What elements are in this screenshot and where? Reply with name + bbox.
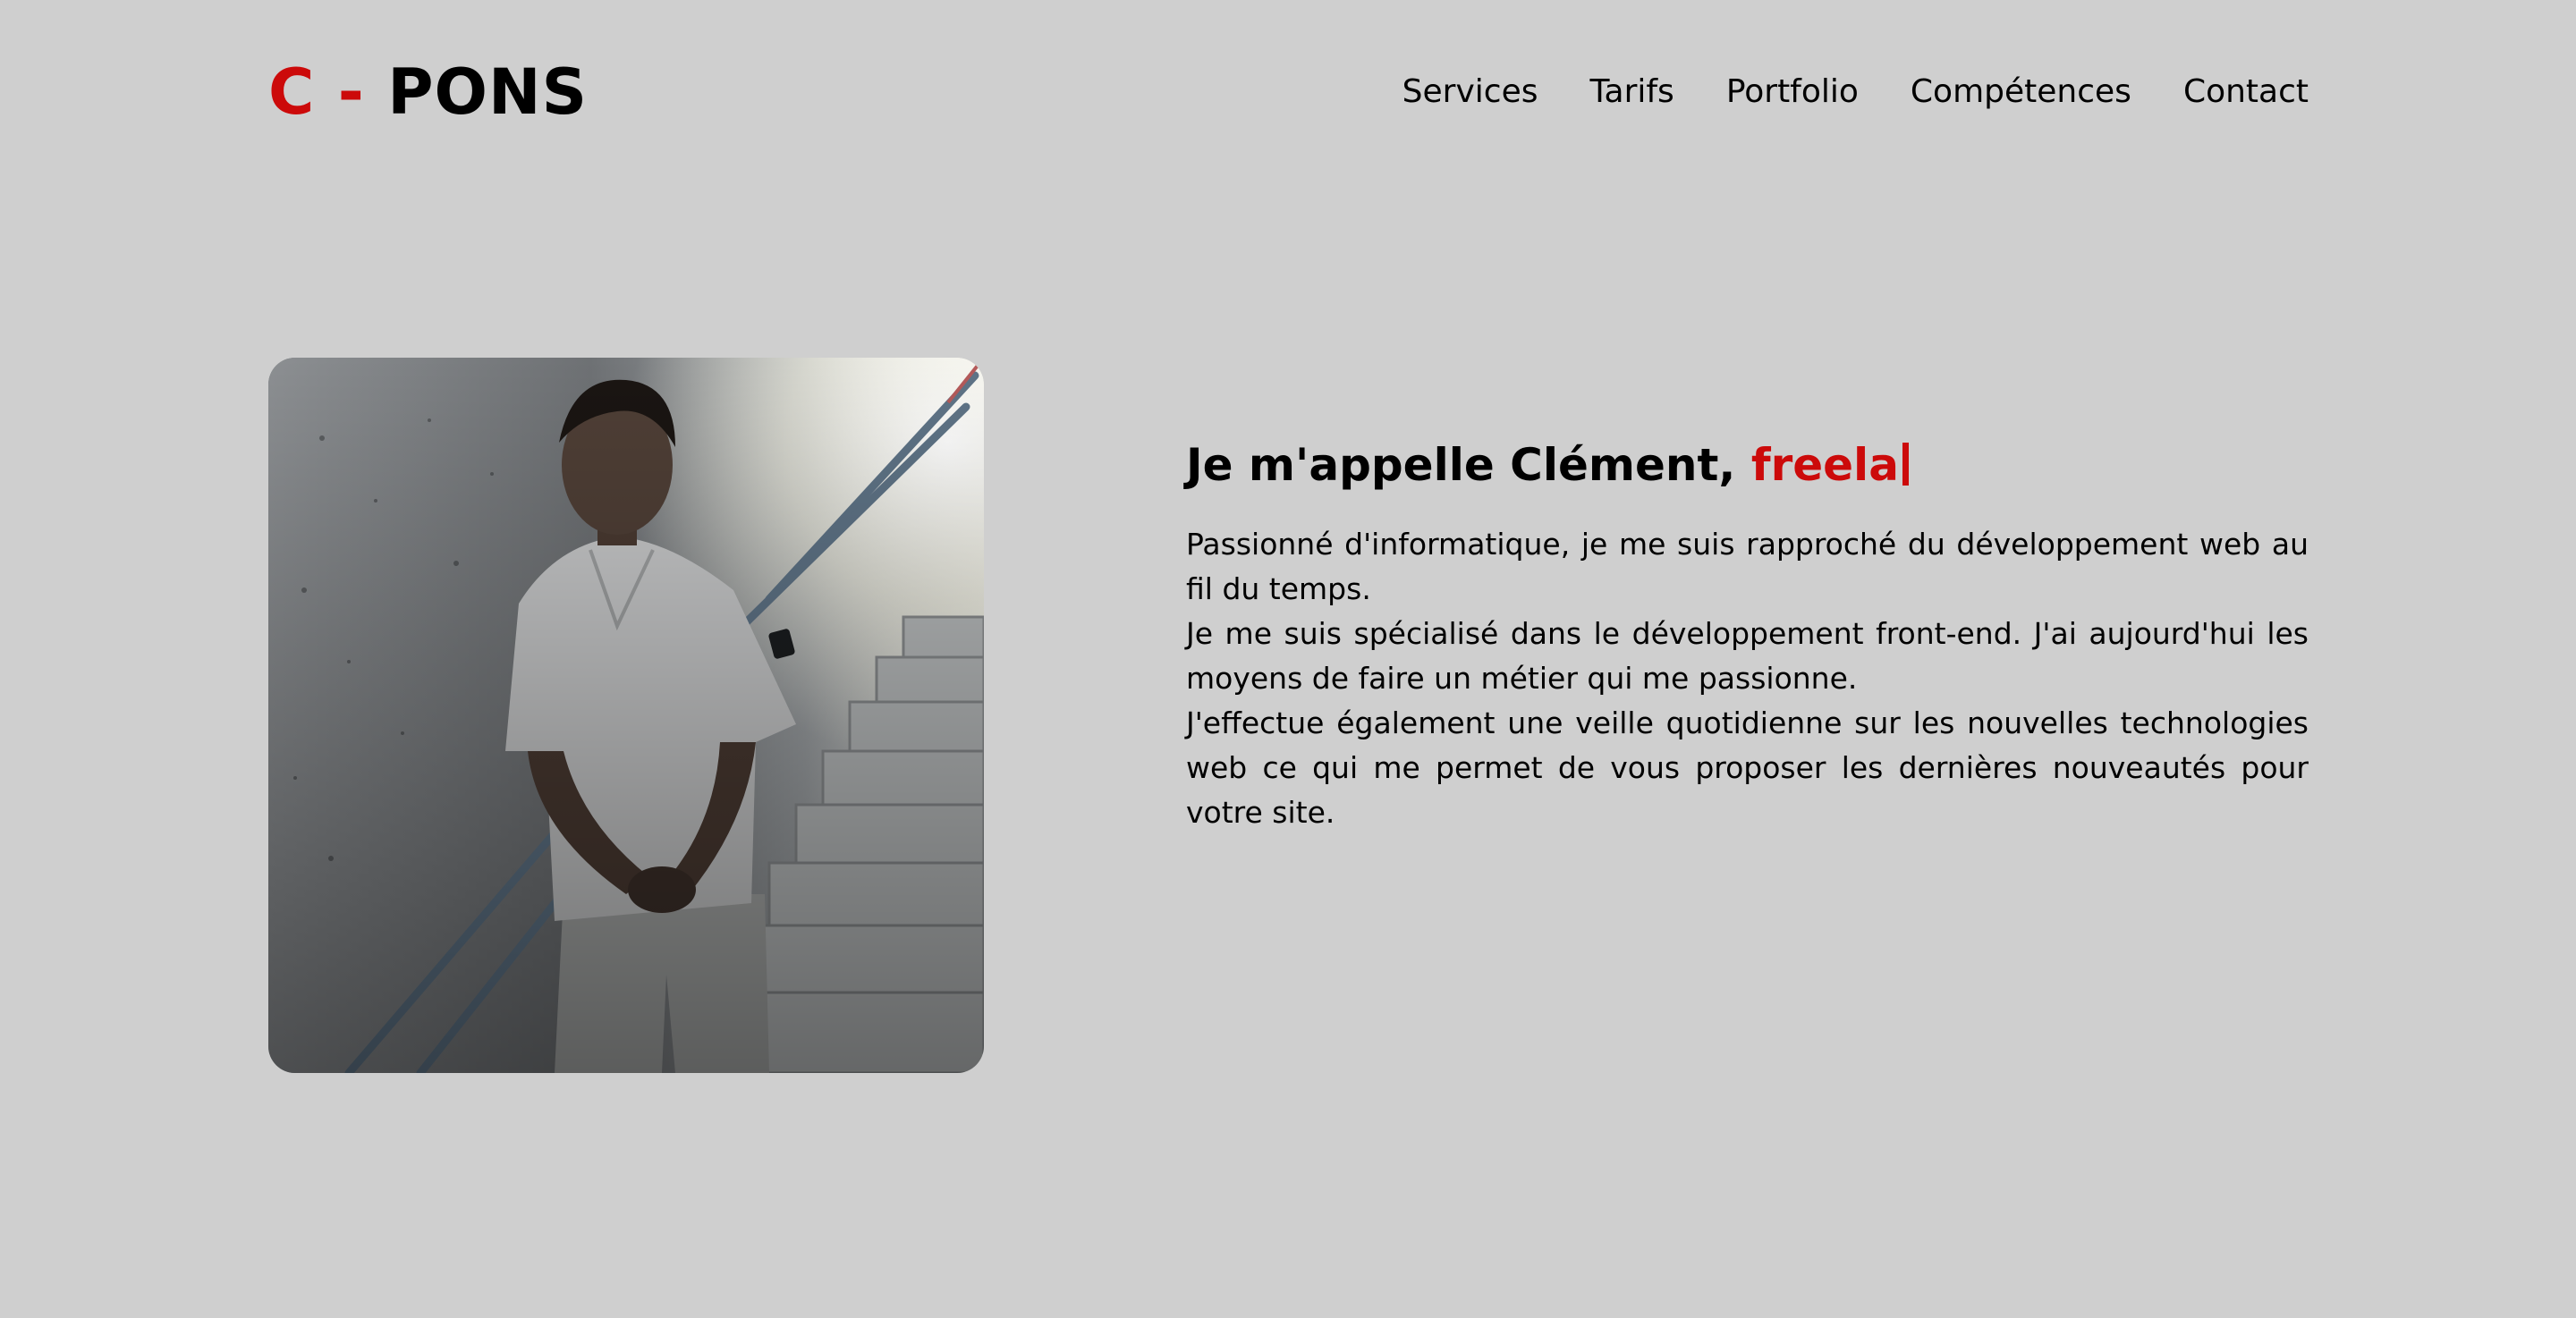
heading-prefix: Je m'appelle Clément, bbox=[1186, 439, 1736, 491]
intro-heading: Je m'appelle Clément, freela bbox=[1186, 433, 2309, 497]
intro-section: Je m'appelle Clément, freela Passionné d… bbox=[1186, 433, 2309, 835]
intro-paragraphs: Passionné d'informatique, je me suis rap… bbox=[1186, 522, 2309, 835]
site-header: C - PONS Services Tarifs Portfolio Compé… bbox=[268, 52, 2309, 132]
intro-paragraph: J'effectue également une veille quotidie… bbox=[1186, 705, 2309, 830]
intro-paragraph: Je me suis spécialisé dans le développem… bbox=[1186, 616, 2309, 696]
portrait-illustration bbox=[268, 358, 984, 1073]
nav-link-contact[interactable]: Contact bbox=[2183, 70, 2309, 114]
nav-link-tarifs[interactable]: Tarifs bbox=[1589, 70, 1674, 114]
nav-link-portfolio[interactable]: Portfolio bbox=[1726, 70, 1859, 114]
nav-link-services[interactable]: Services bbox=[1402, 70, 1538, 114]
logo[interactable]: C - PONS bbox=[268, 52, 588, 132]
heading-typed-word: freela bbox=[1750, 439, 1899, 491]
typing-cursor bbox=[1902, 443, 1909, 486]
nav-link-competences[interactable]: Compétences bbox=[1911, 70, 2131, 114]
logo-separator: - bbox=[337, 55, 365, 129]
logo-initial: C bbox=[268, 55, 316, 129]
main-nav: Services Tarifs Portfolio Compétences Co… bbox=[1402, 70, 2309, 114]
intro-paragraph: Passionné d'informatique, je me suis rap… bbox=[1186, 527, 2309, 606]
logo-name: PONS bbox=[387, 55, 588, 129]
portrait-photo bbox=[268, 358, 984, 1073]
